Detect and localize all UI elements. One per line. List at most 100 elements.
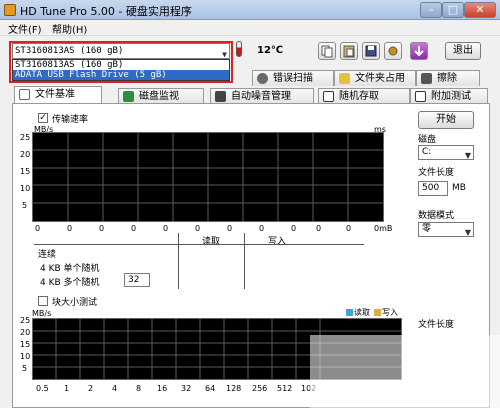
block-x-tick: 16 <box>157 384 168 393</box>
y-tick: 20 <box>20 150 31 159</box>
tab-label: 磁盘监视 <box>139 91 179 102</box>
table-divider <box>178 233 179 289</box>
block-y-tick: 15 <box>20 340 31 349</box>
maximize-button[interactable]: □ <box>442 2 464 18</box>
x-tick: 0 <box>346 224 352 233</box>
app-icon <box>4 4 16 16</box>
tab-folder-usage[interactable]: 文件夹占用 <box>334 70 416 86</box>
tab-disk-monitor[interactable]: 磁盘监视 <box>118 88 204 104</box>
copy-icon[interactable] <box>318 42 336 60</box>
read-header: 读取 <box>202 237 221 247</box>
block-x-tick: 256 <box>252 384 268 393</box>
paste-icon[interactable] <box>340 42 358 60</box>
data-mode-value: 零 <box>422 224 432 234</box>
chevron-down-icon: ▼ <box>464 151 471 160</box>
x-tick: 0 <box>316 224 322 233</box>
tab-file-benchmark[interactable]: 文件基准 <box>14 86 102 104</box>
highlight-annotation <box>9 41 233 83</box>
block-size-checkbox[interactable] <box>38 296 48 306</box>
x-tick: 0 <box>227 224 233 233</box>
close-button[interactable]: ✕ <box>464 2 496 18</box>
temperature-readout: 12℃ <box>257 45 284 56</box>
tab-label: 擦除 <box>437 73 457 84</box>
save-icon[interactable] <box>362 42 380 60</box>
tab-label: 自动噪音管理 <box>231 91 291 102</box>
menu-file[interactable]: 文件(F) <box>8 21 42 36</box>
random-4kb-multi-label: 4 KB 多个随机 <box>40 278 100 288</box>
block-x-tick: 2 <box>88 384 94 393</box>
transfer-rate-checkbox[interactable]: ✓ <box>38 113 48 123</box>
menu-help[interactable]: 帮助(H) <box>52 21 87 36</box>
block-y-tick: 10 <box>20 352 31 361</box>
transfer-graph <box>32 132 384 222</box>
x-tick: 0 <box>163 224 169 233</box>
disk-label: 磁盘 <box>418 135 437 145</box>
y-tick: 15 <box>20 167 31 176</box>
exit-button[interactable]: 退出 <box>445 42 481 60</box>
start-button[interactable]: 开始 <box>418 111 474 129</box>
queue-depth-value: 32 <box>128 275 140 285</box>
tab-extra-tests[interactable]: 附加测试 <box>410 88 488 104</box>
block-unit: MB/s <box>32 309 52 318</box>
block-x-tick: 8 <box>136 384 142 393</box>
x-tick: 0 <box>195 224 201 233</box>
queue-depth-stepper[interactable]: 32 <box>124 273 150 287</box>
folder-icon <box>339 73 350 84</box>
block-y-tick: 5 <box>22 364 28 373</box>
x-tick: 0 <box>67 224 73 233</box>
legend-write: 写入 <box>382 308 398 317</box>
file-length-stepper[interactable]: 500 <box>418 181 448 196</box>
settings-icon[interactable] <box>384 42 402 60</box>
x-tick: 0mB <box>374 224 393 233</box>
transfer-rate-label: 传输速率 <box>52 115 89 125</box>
block-size-label: 块大小测试 <box>52 298 98 308</box>
file-length-value: 500 <box>422 183 440 193</box>
block-x-tick: 64 <box>205 384 216 393</box>
block-x-tick: 1 <box>64 384 70 393</box>
tab-random-access[interactable]: 随机存取 <box>318 88 410 104</box>
tab-label: 附加测试 <box>431 91 471 102</box>
block-x-tick: 0.5 <box>36 384 49 393</box>
magnifier-icon <box>257 73 268 84</box>
tab-auto-noise[interactable]: 自动噪音管理 <box>210 88 314 104</box>
sequential-label: 连续 <box>38 250 57 260</box>
file-length-label: 文件长度 <box>418 168 455 178</box>
data-mode-label: 数据模式 <box>418 211 455 221</box>
watermark-overlay <box>310 335 500 408</box>
tab-label: 文件夹占用 <box>355 73 405 84</box>
tab-erase[interactable]: 擦除 <box>416 70 480 86</box>
file-length-label-2: 文件长度 <box>418 320 455 330</box>
block-x-tick: 128 <box>226 384 242 393</box>
transfer-grid <box>33 133 383 221</box>
thermometer-icon <box>236 41 242 57</box>
tab-label: 文件基准 <box>35 89 75 100</box>
legend-read: 读取 <box>354 308 370 317</box>
random-4kb-label: 4 KB 单个随机 <box>40 264 100 274</box>
random-icon <box>323 91 334 102</box>
download-icon[interactable] <box>410 42 428 60</box>
disk-value: C: <box>422 147 432 157</box>
speaker-icon <box>215 91 226 102</box>
tab-error-scan[interactable]: 错误扫描 <box>252 70 334 86</box>
document-icon <box>19 89 30 100</box>
chevron-down-icon: ▼ <box>464 228 471 237</box>
block-x-tick: 512 <box>277 384 293 393</box>
window-title: HD Tune Pro 5.00 - 硬盘实用程序 <box>20 5 192 18</box>
block-y-tick: 20 <box>20 328 31 337</box>
block-x-tick: 32 <box>181 384 192 393</box>
table-divider <box>34 244 364 245</box>
disk-select[interactable]: C: ▼ <box>418 145 474 160</box>
minimize-button[interactable]: – <box>420 2 442 18</box>
trash-icon <box>421 73 432 84</box>
legend-write-swatch <box>374 309 381 316</box>
y-tick: 25 <box>20 133 31 142</box>
tab-label: 随机存取 <box>339 91 379 102</box>
file-length-unit: MB <box>452 183 466 193</box>
data-mode-select[interactable]: 零 ▼ <box>418 222 474 237</box>
monitor-icon <box>123 91 134 102</box>
title-bar: HD Tune Pro 5.00 - 硬盘实用程序 – □ ✕ <box>0 0 500 20</box>
write-header: 写入 <box>268 237 287 247</box>
block-x-tick: 4 <box>112 384 118 393</box>
table-divider <box>244 233 245 289</box>
tab-label: 错误扫描 <box>273 73 313 84</box>
